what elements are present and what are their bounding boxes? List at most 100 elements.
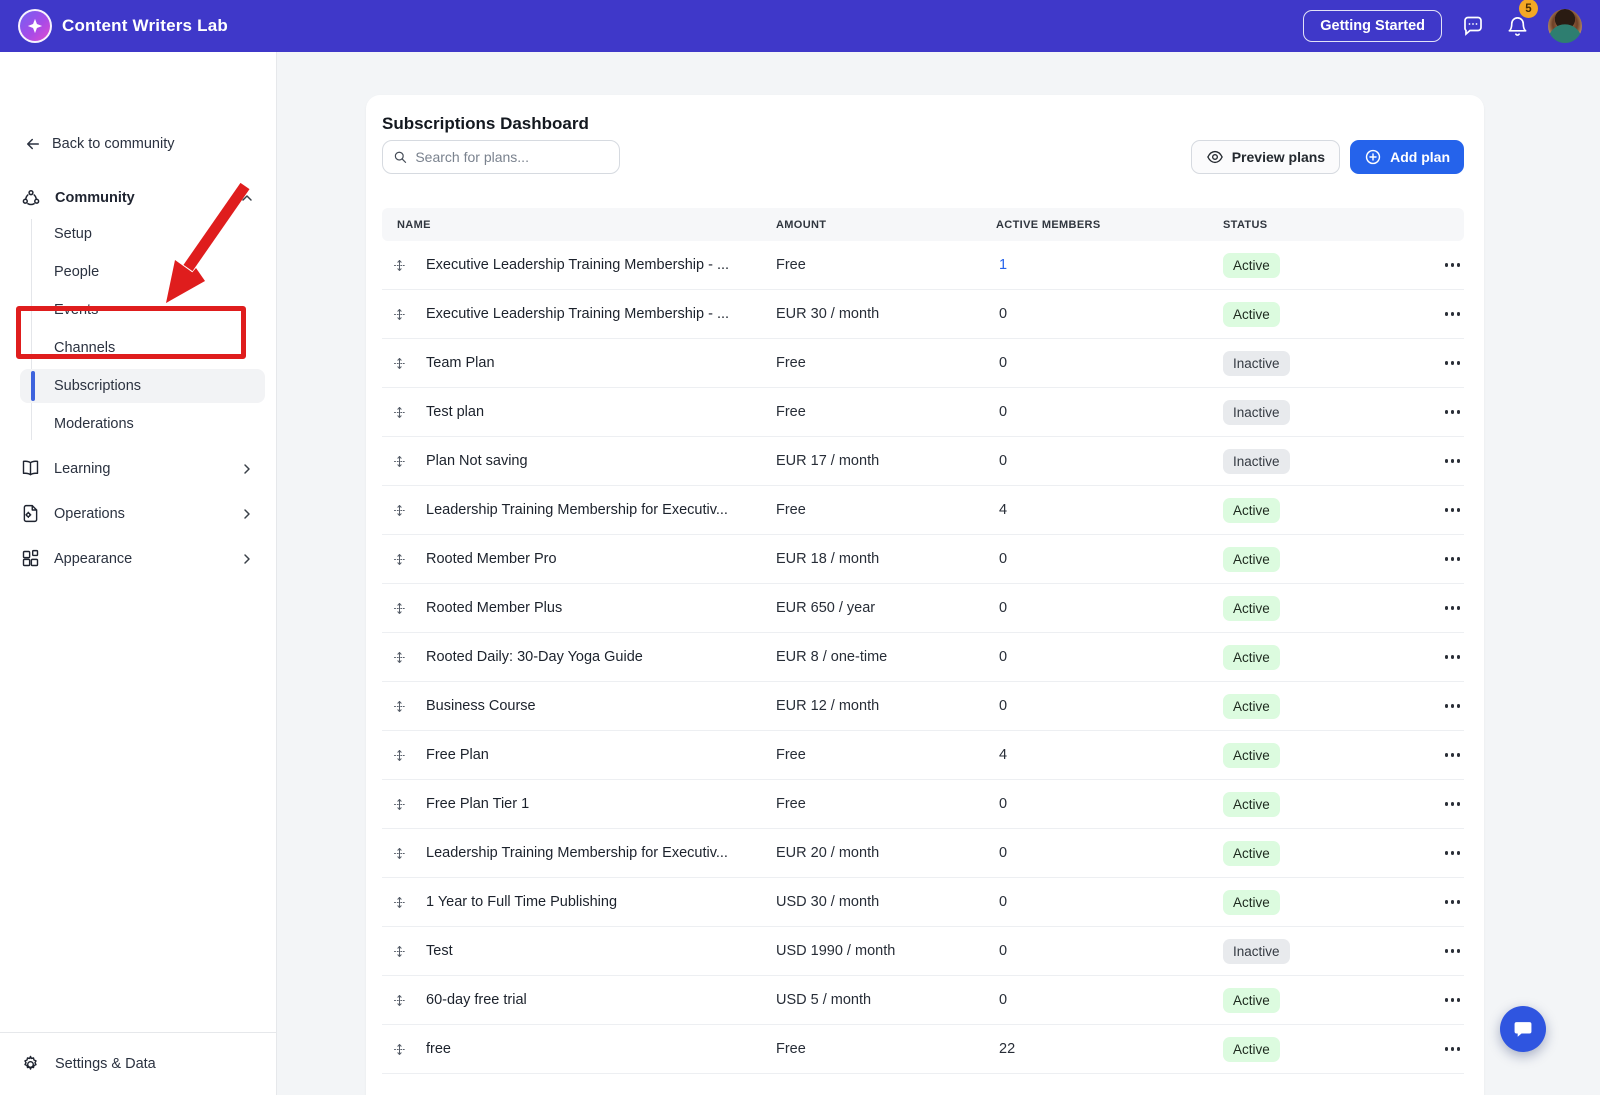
row-actions-menu-icon[interactable] <box>1416 486 1464 534</box>
plan-name[interactable]: Executive Leadership Training Membership… <box>426 257 776 273</box>
row-actions-menu-icon[interactable] <box>1416 388 1464 436</box>
plan-active-members: 4 <box>996 747 1223 763</box>
community-subitems: Setup People Events Channels Subscriptio… <box>0 215 277 443</box>
plan-amount: Free <box>776 355 996 371</box>
drag-handle-icon[interactable] <box>382 993 426 1008</box>
plan-active-members: 0 <box>996 404 1223 420</box>
row-actions-menu-icon[interactable] <box>1416 290 1464 338</box>
row-actions-menu-icon[interactable] <box>1416 878 1464 926</box>
sidebar-item-appearance[interactable]: Appearance <box>0 536 277 581</box>
notifications-bell-icon[interactable]: 5 <box>1504 13 1530 39</box>
row-actions-menu-icon[interactable] <box>1416 437 1464 485</box>
sidebar-section-community[interactable]: Community <box>0 180 277 216</box>
drag-handle-icon[interactable] <box>382 258 426 273</box>
row-actions-menu-icon[interactable] <box>1416 927 1464 975</box>
chat-launcher-button[interactable] <box>1500 1006 1546 1052</box>
messages-icon[interactable] <box>1460 13 1486 39</box>
plan-name[interactable]: free <box>426 1041 776 1057</box>
drag-handle-icon[interactable] <box>382 307 426 322</box>
plan-name[interactable]: Executive Leadership Training Membership… <box>426 306 776 322</box>
drag-handle-icon[interactable] <box>382 552 426 567</box>
chevron-right-icon <box>239 461 255 477</box>
plan-name[interactable]: 60-day free trial <box>426 992 776 1008</box>
row-actions-menu-icon[interactable] <box>1416 633 1464 681</box>
sidebar-item-moderations[interactable]: Moderations <box>0 405 277 443</box>
row-actions-menu-icon[interactable] <box>1416 1025 1464 1073</box>
row-actions-menu-icon[interactable] <box>1416 535 1464 583</box>
search-icon <box>393 149 407 165</box>
row-actions-menu-icon[interactable] <box>1416 780 1464 828</box>
topbar: Content Writers Lab Getting Started 5 <box>0 0 1600 52</box>
search-plans-input[interactable] <box>415 149 609 165</box>
back-arrow-icon <box>24 135 42 153</box>
plan-amount: EUR 30 / month <box>776 306 996 322</box>
row-actions-menu-icon[interactable] <box>1416 339 1464 387</box>
plan-name[interactable]: Test plan <box>426 404 776 420</box>
plan-name[interactable]: Plan Not saving <box>426 453 776 469</box>
plan-amount: USD 30 / month <box>776 894 996 910</box>
operations-icon <box>20 503 41 524</box>
row-actions-menu-icon[interactable] <box>1416 241 1464 289</box>
settings-and-data-item[interactable]: Settings & Data <box>0 1032 276 1095</box>
getting-started-button[interactable]: Getting Started <box>1303 10 1442 42</box>
plan-amount: Free <box>776 502 996 518</box>
plan-amount: EUR 20 / month <box>776 845 996 861</box>
plan-row: Leadership Training Membership for Execu… <box>382 829 1464 878</box>
app-logo-sparkle-icon[interactable] <box>18 9 52 43</box>
plan-name[interactable]: Free Plan <box>426 747 776 763</box>
plan-name[interactable]: Leadership Training Membership for Execu… <box>426 845 776 861</box>
drag-handle-icon[interactable] <box>382 797 426 812</box>
status-badge: Active <box>1223 596 1280 621</box>
plan-amount: Free <box>776 747 996 763</box>
drag-handle-icon[interactable] <box>382 356 426 371</box>
sidebar-item-setup[interactable]: Setup <box>0 215 277 253</box>
plan-status: Active <box>1223 645 1416 670</box>
drag-handle-icon[interactable] <box>382 650 426 665</box>
search-plans-box[interactable] <box>382 140 620 174</box>
back-to-community-link[interactable]: Back to community <box>24 135 175 153</box>
plan-status: Active <box>1223 1037 1416 1062</box>
sidebar-item-subscriptions[interactable]: Subscriptions <box>0 367 277 405</box>
plan-row: Plan Not saving EUR 17 / month 0 Inactiv… <box>382 437 1464 486</box>
plan-name[interactable]: 1 Year to Full Time Publishing <box>426 894 776 910</box>
drag-handle-icon[interactable] <box>382 454 426 469</box>
add-plan-button[interactable]: Add plan <box>1350 140 1464 174</box>
plan-name[interactable]: Rooted Daily: 30-Day Yoga Guide <box>426 649 776 665</box>
plan-name[interactable]: Test <box>426 943 776 959</box>
row-actions-menu-icon[interactable] <box>1416 682 1464 730</box>
preview-plans-button[interactable]: Preview plans <box>1191 140 1340 174</box>
drag-handle-icon[interactable] <box>382 895 426 910</box>
sidebar-item-people[interactable]: People <box>0 253 277 291</box>
drag-handle-icon[interactable] <box>382 601 426 616</box>
user-avatar[interactable] <box>1548 9 1582 43</box>
plan-name[interactable]: Team Plan <box>426 355 776 371</box>
row-actions-menu-icon[interactable] <box>1416 976 1464 1024</box>
row-actions-menu-icon[interactable] <box>1416 829 1464 877</box>
status-badge: Active <box>1223 792 1280 817</box>
plan-name[interactable]: Free Plan Tier 1 <box>426 796 776 812</box>
plan-name[interactable]: Rooted Member Plus <box>426 600 776 616</box>
sidebar-item-learning[interactable]: Learning <box>0 446 277 491</box>
plan-active-members: 0 <box>996 698 1223 714</box>
plans-table-body: Executive Leadership Training Membership… <box>382 241 1464 1074</box>
sidebar-item-operations[interactable]: Operations <box>0 491 277 536</box>
plan-name[interactable]: Leadership Training Membership for Execu… <box>426 502 776 518</box>
column-header-amount: AMOUNT <box>776 219 996 231</box>
sidebar-item-events[interactable]: Events <box>0 291 277 329</box>
plan-name[interactable]: Rooted Member Pro <box>426 551 776 567</box>
row-actions-menu-icon[interactable] <box>1416 584 1464 632</box>
drag-handle-icon[interactable] <box>382 944 426 959</box>
sidebar-item-channels[interactable]: Channels <box>0 329 277 367</box>
drag-handle-icon[interactable] <box>382 748 426 763</box>
row-actions-menu-icon[interactable] <box>1416 731 1464 779</box>
plan-row: Free Plan Free 4 Active <box>382 731 1464 780</box>
gear-icon <box>20 1054 41 1075</box>
drag-handle-icon[interactable] <box>382 846 426 861</box>
plan-amount: Free <box>776 404 996 420</box>
plan-row: Rooted Daily: 30-Day Yoga Guide EUR 8 / … <box>382 633 1464 682</box>
plan-name[interactable]: Business Course <box>426 698 776 714</box>
drag-handle-icon[interactable] <box>382 405 426 420</box>
drag-handle-icon[interactable] <box>382 699 426 714</box>
drag-handle-icon[interactable] <box>382 1042 426 1057</box>
drag-handle-icon[interactable] <box>382 503 426 518</box>
